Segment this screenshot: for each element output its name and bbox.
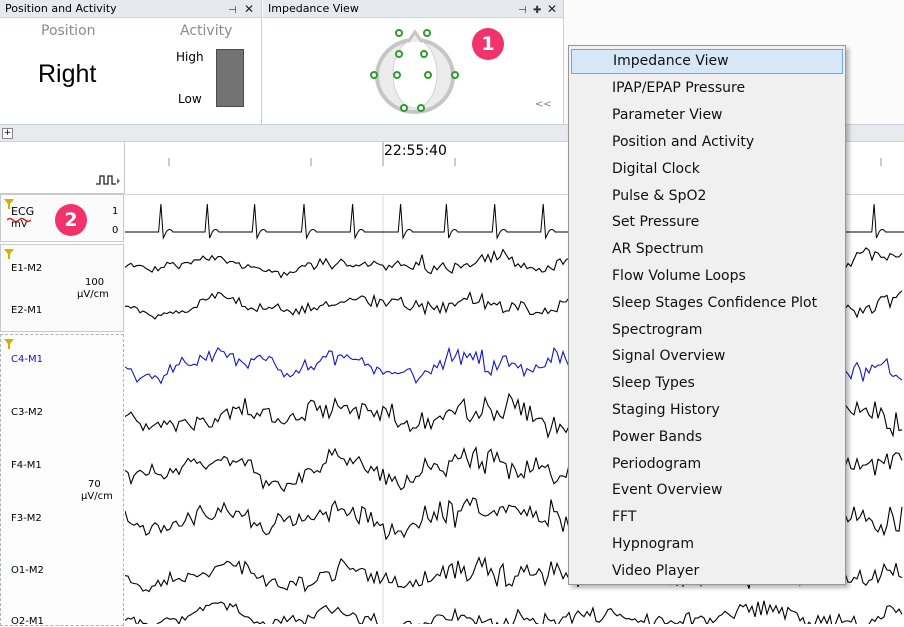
menu-item-position-and-activity[interactable]: Position and Activity — [571, 130, 843, 155]
time-label: 22:55:40 — [384, 143, 447, 159]
eeg-scale-value: 70 — [88, 479, 101, 490]
menu-item-video-player[interactable]: Video Player — [571, 559, 843, 584]
filter-icon[interactable] — [4, 339, 14, 349]
pin-icon[interactable]: ⊣ — [228, 2, 237, 20]
menu-item-pulse-spo2[interactable]: Pulse & SpO2 — [571, 184, 843, 209]
channel-label-e2-m1[interactable]: E2-M1 — [11, 305, 42, 316]
channel-label-o1-m2[interactable]: O1-M2 — [11, 565, 44, 576]
close-icon[interactable]: ✕ — [547, 0, 557, 18]
menu-item-fft[interactable]: FFT — [571, 505, 843, 530]
position-header: Position — [41, 23, 96, 39]
menu-item-sleep-types[interactable]: Sleep Types — [571, 371, 843, 396]
menu-item-hypnogram[interactable]: Hypnogram — [571, 532, 843, 557]
channel-label-c3-m2[interactable]: C3-M2 — [11, 407, 43, 418]
eog-channel-group[interactable]: E1-M2 E2-M1 100 µV/cm — [0, 244, 124, 332]
activity-low-label: Low — [178, 92, 202, 106]
eeg-channel-group[interactable]: C4-M1 C3-M2 F4-M1 F3-M2 O1-M2 O2-M1 70 µ… — [0, 334, 124, 627]
channel-label-f3-m2[interactable]: F3-M2 — [11, 513, 42, 524]
impedance-title: Impedance View ⊣ ✚ ✕ — [263, 0, 563, 18]
close-icon[interactable]: ✕ — [244, 0, 254, 18]
menu-item-signal-overview[interactable]: Signal Overview — [571, 344, 843, 369]
position-value: Right — [38, 60, 97, 88]
menu-item-ar-spectrum[interactable]: AR Spectrum — [571, 237, 843, 262]
ecg-scale-top: 1 — [112, 206, 119, 217]
collapse-button[interactable]: << — [535, 99, 552, 110]
menu-item-digital-clock[interactable]: Digital Clock — [571, 157, 843, 182]
panel-title-text: Position and Activity — [5, 2, 117, 15]
menu-item-impedance-view[interactable]: Impedance View — [571, 49, 843, 74]
eog-scale-value: 100 — [85, 277, 105, 288]
ecg-wave-icon — [7, 217, 31, 223]
menu-item-set-pressure[interactable]: Set Pressure — [571, 210, 843, 235]
channel-label-e1-m2[interactable]: E1-M2 — [11, 263, 42, 274]
ecg-scale-bottom: 0 — [112, 225, 119, 236]
filter-icon[interactable] — [4, 249, 14, 259]
menu-item-power-bands[interactable]: Power Bands — [571, 425, 843, 450]
panel-context-menu: Impedance View IPAP/EPAP Pressure Parame… — [568, 45, 846, 585]
eog-scale-unit: µV/cm — [77, 289, 109, 300]
channel-label-f4-m1[interactable]: F4-M1 — [11, 460, 42, 471]
head-electrode-diagram — [370, 29, 459, 114]
menu-item-ipap-epap-pressure[interactable]: IPAP/EPAP Pressure — [571, 76, 843, 101]
activity-bar — [216, 49, 244, 107]
channel-label-o2-m1[interactable]: O2-M1 — [11, 616, 44, 627]
position-activity-title: Position and Activity ⊣ ✕ — [0, 0, 261, 18]
menu-item-spectrogram[interactable]: Spectrogram — [571, 318, 843, 343]
step-badge-2: 2 — [55, 204, 87, 236]
channel-label-c4-m1[interactable]: C4-M1 — [11, 354, 43, 365]
menu-item-periodogram[interactable]: Periodogram — [571, 452, 843, 477]
step-badge-1: 1 — [472, 28, 504, 60]
activity-high-label: High — [176, 50, 204, 64]
menu-item-staging-history[interactable]: Staging History — [571, 398, 843, 423]
impedance-view-panel: Impedance View ⊣ ✚ ✕ << — [263, 0, 564, 124]
menu-item-parameter-view[interactable]: Parameter View — [571, 103, 843, 128]
move-icon[interactable]: ✚ — [533, 2, 541, 20]
pin-icon[interactable]: ⊣ — [518, 2, 527, 20]
channel-header — [0, 142, 125, 194]
o2-m1-trace — [125, 600, 903, 624]
eeg-scale-unit: µV/cm — [81, 491, 113, 502]
panel-title-text: Impedance View — [268, 2, 359, 15]
position-activity-panel: Position and Activity ⊣ ✕ Position Activ… — [0, 0, 262, 124]
menu-item-flow-volume-loops[interactable]: Flow Volume Loops — [571, 264, 843, 289]
activity-header: Activity — [180, 23, 233, 39]
menu-item-event-overview[interactable]: Event Overview — [571, 478, 843, 503]
menu-item-sleep-stages-confidence-plot[interactable]: Sleep Stages Confidence Plot — [571, 291, 843, 316]
pulse-toggle-icon[interactable] — [95, 173, 121, 187]
expand-plus-icon[interactable]: + — [2, 128, 13, 139]
